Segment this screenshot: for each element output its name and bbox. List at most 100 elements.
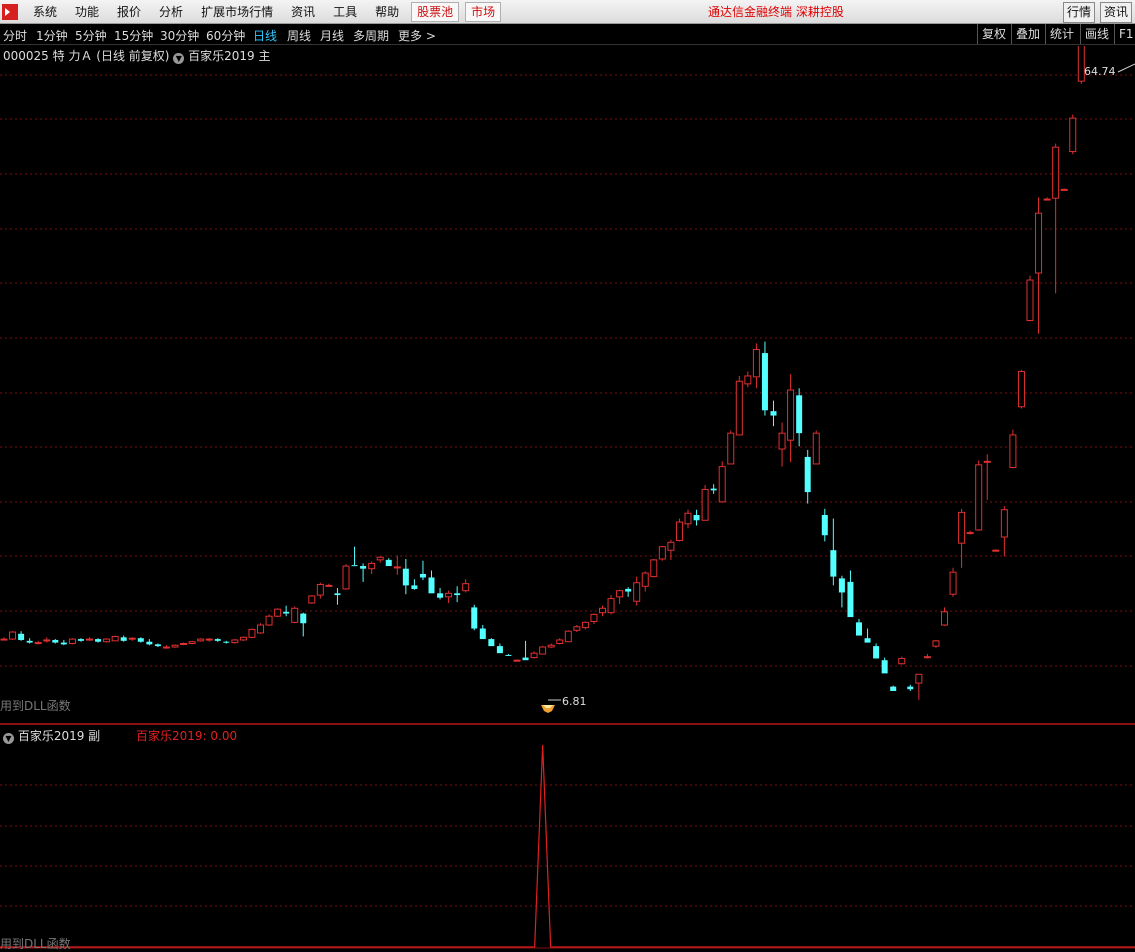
candle[interactable] bbox=[650, 559, 658, 578]
menu-news[interactable]: 资讯 bbox=[282, 1, 324, 23]
candle[interactable] bbox=[522, 640, 529, 661]
menu-tools[interactable]: 工具 bbox=[324, 1, 366, 23]
candle[interactable] bbox=[701, 485, 709, 521]
candle[interactable] bbox=[915, 673, 923, 700]
candle[interactable] bbox=[9, 631, 17, 640]
candle[interactable] bbox=[231, 639, 239, 644]
candle[interactable] bbox=[830, 518, 837, 586]
candle[interactable] bbox=[368, 561, 376, 574]
candle[interactable] bbox=[1043, 197, 1051, 201]
period-1min[interactable]: 1分钟 bbox=[36, 27, 68, 44]
promo-text[interactable]: 通达信金融终端 深耕控股 bbox=[708, 3, 844, 20]
period-more[interactable]: 更多 > bbox=[398, 27, 436, 44]
candle[interactable] bbox=[60, 639, 67, 646]
candle[interactable] bbox=[1000, 506, 1008, 557]
candle[interactable] bbox=[881, 657, 888, 674]
candle[interactable] bbox=[812, 430, 820, 465]
candle[interactable] bbox=[693, 509, 700, 526]
main-indicator-name[interactable]: 百家乐2019 主 bbox=[188, 49, 270, 63]
period-monthly[interactable]: 月线 bbox=[320, 27, 344, 44]
candle[interactable] bbox=[633, 576, 641, 606]
period-daily[interactable]: 日线 bbox=[253, 27, 277, 44]
candle[interactable] bbox=[923, 654, 931, 659]
candle[interactable] bbox=[18, 631, 25, 641]
period-30min[interactable]: 30分钟 bbox=[160, 27, 199, 44]
candle[interactable] bbox=[778, 422, 786, 467]
adjust-button[interactable]: 复权 bbox=[977, 24, 1010, 44]
candle[interactable] bbox=[847, 570, 854, 618]
candle[interactable] bbox=[26, 638, 33, 644]
candle[interactable] bbox=[599, 605, 606, 617]
stock-pool-button[interactable]: 股票池 bbox=[411, 1, 460, 22]
candle[interactable] bbox=[171, 644, 179, 648]
candle[interactable] bbox=[445, 590, 453, 603]
candle[interactable] bbox=[86, 637, 93, 641]
candle[interactable] bbox=[616, 589, 624, 604]
candle[interactable] bbox=[710, 484, 717, 494]
candle[interactable] bbox=[658, 545, 666, 561]
candle[interactable] bbox=[581, 621, 589, 630]
candle[interactable] bbox=[283, 605, 290, 617]
candle[interactable] bbox=[787, 374, 795, 463]
candle[interactable] bbox=[667, 539, 675, 560]
candle[interactable] bbox=[342, 564, 350, 590]
candle[interactable] bbox=[949, 567, 957, 597]
candle[interactable] bbox=[856, 618, 862, 636]
candle[interactable] bbox=[223, 640, 230, 644]
period-weekly[interactable]: 周线 bbox=[287, 27, 311, 44]
candle[interactable] bbox=[958, 508, 966, 568]
candle[interactable] bbox=[932, 639, 940, 648]
candle[interactable] bbox=[496, 643, 503, 654]
app-logo-icon[interactable] bbox=[2, 3, 18, 20]
candle[interactable] bbox=[393, 555, 401, 575]
candle[interactable] bbox=[873, 643, 880, 659]
candle[interactable] bbox=[992, 549, 1000, 552]
sub-indicator-dropdown-icon[interactable]: ▼ bbox=[3, 733, 14, 744]
sub-indicator-chart[interactable] bbox=[0, 725, 1135, 950]
candle[interactable] bbox=[718, 461, 726, 503]
candle[interactable] bbox=[539, 646, 547, 655]
candle[interactable] bbox=[437, 588, 444, 600]
candle[interactable] bbox=[180, 642, 188, 646]
candle[interactable] bbox=[761, 341, 768, 416]
candle[interactable] bbox=[590, 613, 598, 625]
candle[interactable] bbox=[1060, 188, 1068, 191]
candle[interactable] bbox=[103, 638, 111, 643]
candle[interactable] bbox=[111, 635, 119, 642]
candle[interactable] bbox=[0, 637, 8, 641]
candle[interactable] bbox=[68, 638, 76, 645]
candle[interactable] bbox=[1035, 197, 1043, 334]
candle[interactable] bbox=[300, 612, 307, 637]
period-15min[interactable]: 15分钟 bbox=[114, 27, 153, 44]
candle[interactable] bbox=[770, 400, 777, 427]
candle[interactable] bbox=[146, 639, 153, 646]
candle[interactable] bbox=[454, 586, 461, 603]
candle[interactable] bbox=[975, 460, 983, 531]
candle[interactable] bbox=[402, 559, 409, 595]
candle[interactable] bbox=[120, 635, 127, 642]
candle[interactable] bbox=[214, 638, 221, 642]
menu-function[interactable]: 功能 bbox=[66, 1, 108, 23]
candle[interactable] bbox=[239, 636, 247, 641]
menu-analysis[interactable]: 分析 bbox=[150, 1, 192, 23]
candle[interactable] bbox=[744, 371, 752, 388]
candle[interactable] bbox=[1052, 143, 1060, 294]
candle[interactable] bbox=[796, 388, 803, 447]
candle[interactable] bbox=[1009, 429, 1017, 469]
candle[interactable] bbox=[727, 430, 735, 465]
candle[interactable] bbox=[325, 583, 333, 587]
candle[interactable] bbox=[77, 638, 84, 642]
news-button[interactable]: 资讯 bbox=[1100, 2, 1133, 23]
candle[interactable] bbox=[248, 628, 256, 639]
menu-quotes[interactable]: 报价 bbox=[108, 1, 150, 23]
period-60min[interactable]: 60分钟 bbox=[206, 27, 245, 44]
candlestick-chart[interactable] bbox=[0, 46, 1135, 723]
candle[interactable] bbox=[564, 630, 572, 643]
candle[interactable] bbox=[505, 654, 512, 656]
candle[interactable] bbox=[1069, 114, 1077, 155]
candle[interactable] bbox=[137, 637, 144, 643]
menu-extended-market[interactable]: 扩展市场行情 bbox=[192, 1, 282, 23]
candle[interactable] bbox=[43, 637, 51, 643]
candle[interactable] bbox=[983, 454, 991, 501]
candle[interactable] bbox=[308, 595, 316, 604]
